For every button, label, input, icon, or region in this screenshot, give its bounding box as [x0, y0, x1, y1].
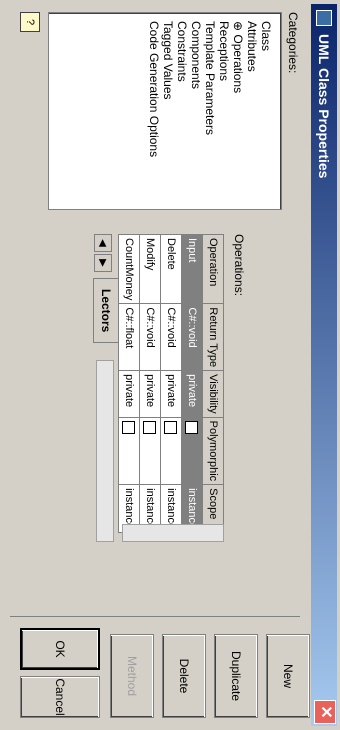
category-constraints[interactable]: Constraints — [175, 21, 189, 82]
new-button[interactable]: New — [266, 634, 310, 718]
close-button[interactable]: ✕ — [314, 700, 336, 724]
operation-name[interactable]: Input — [181, 234, 203, 304]
help-icon[interactable]: ? — [20, 12, 40, 32]
category-tagged-values[interactable]: Tagged Values — [161, 21, 175, 100]
polymorphic-checkbox[interactable] — [160, 417, 182, 485]
polymorphic-checkbox[interactable] — [139, 417, 161, 485]
window-title: UML Class Properties — [316, 34, 332, 179]
horizontal-scrollbar[interactable] — [96, 360, 114, 542]
tab-lectors[interactable]: Lectors — [93, 278, 118, 344]
cancel-button[interactable]: Cancel — [20, 676, 100, 718]
operation-name[interactable]: CountMoney — [118, 234, 140, 304]
table-row[interactable]: CountMoney C#::float private instance — [118, 234, 140, 533]
title-bar: UML Class Properties ✕ — [311, 4, 337, 726]
method-button[interactable]: Method — [110, 634, 154, 718]
operations-label: Operations: — [232, 234, 246, 297]
operation-name[interactable]: Modify — [139, 234, 161, 304]
header-polymorphic[interactable]: Polymorphic — [202, 417, 224, 485]
category-class[interactable]: Class — [259, 21, 273, 51]
uml-class-properties-dialog: UML Class Properties ✕ Categories: Class… — [0, 0, 340, 730]
return-type[interactable]: C#::void — [181, 303, 203, 371]
header-return-type[interactable]: Return Type — [202, 303, 224, 371]
visibility[interactable]: private — [160, 370, 182, 418]
delete-button[interactable]: Delete — [162, 634, 206, 718]
tab-scroll-left-icon[interactable]: ◀ — [94, 234, 112, 252]
category-operations[interactable]: ⊕ Operations — [231, 21, 245, 93]
visibility[interactable]: private — [118, 370, 140, 418]
ok-button[interactable]: OK — [20, 628, 100, 670]
visibility[interactable]: private — [181, 370, 203, 418]
vertical-scrollbar[interactable] — [122, 524, 224, 542]
operation-name[interactable]: Delete — [160, 234, 182, 304]
polymorphic-checkbox[interactable] — [181, 417, 203, 485]
categories-list: Class Attributes ⊕ Operations Receptions… — [48, 12, 282, 210]
app-icon — [316, 10, 332, 26]
category-receptions[interactable]: Receptions — [217, 21, 231, 81]
operations-header-row: Operation Return Type Visibility Polymor… — [202, 234, 224, 533]
operations-table: Operation Return Type Visibility Polymor… — [118, 234, 224, 533]
return-type[interactable]: C#::void — [160, 303, 182, 371]
table-row[interactable]: Delete C#::void private instance — [160, 234, 182, 533]
table-row[interactable]: Input C#::void private instance — [181, 234, 203, 533]
separator — [10, 616, 300, 617]
visibility[interactable]: private — [139, 370, 161, 418]
tab-scroll-right-icon[interactable]: ▶ — [94, 254, 112, 272]
duplicate-button[interactable]: Duplicate — [214, 634, 258, 718]
category-code-generation-options[interactable]: Code Generation Options — [147, 21, 161, 157]
category-attributes[interactable]: Attributes — [245, 21, 259, 72]
return-type[interactable]: C#::float — [118, 303, 140, 371]
polymorphic-checkbox[interactable] — [118, 417, 140, 485]
category-components[interactable]: Components — [189, 21, 203, 89]
header-visibility[interactable]: Visibility — [202, 370, 224, 418]
header-operation[interactable]: Operation — [202, 234, 224, 304]
table-row[interactable]: Modify C#::void private instance — [139, 234, 161, 533]
return-type[interactable]: C#::void — [139, 303, 161, 371]
selected-indicator-icon: ⊕ — [231, 21, 245, 32]
category-template-parameters[interactable]: Template Parameters — [203, 21, 217, 135]
categories-label: Categories: — [286, 12, 300, 74]
